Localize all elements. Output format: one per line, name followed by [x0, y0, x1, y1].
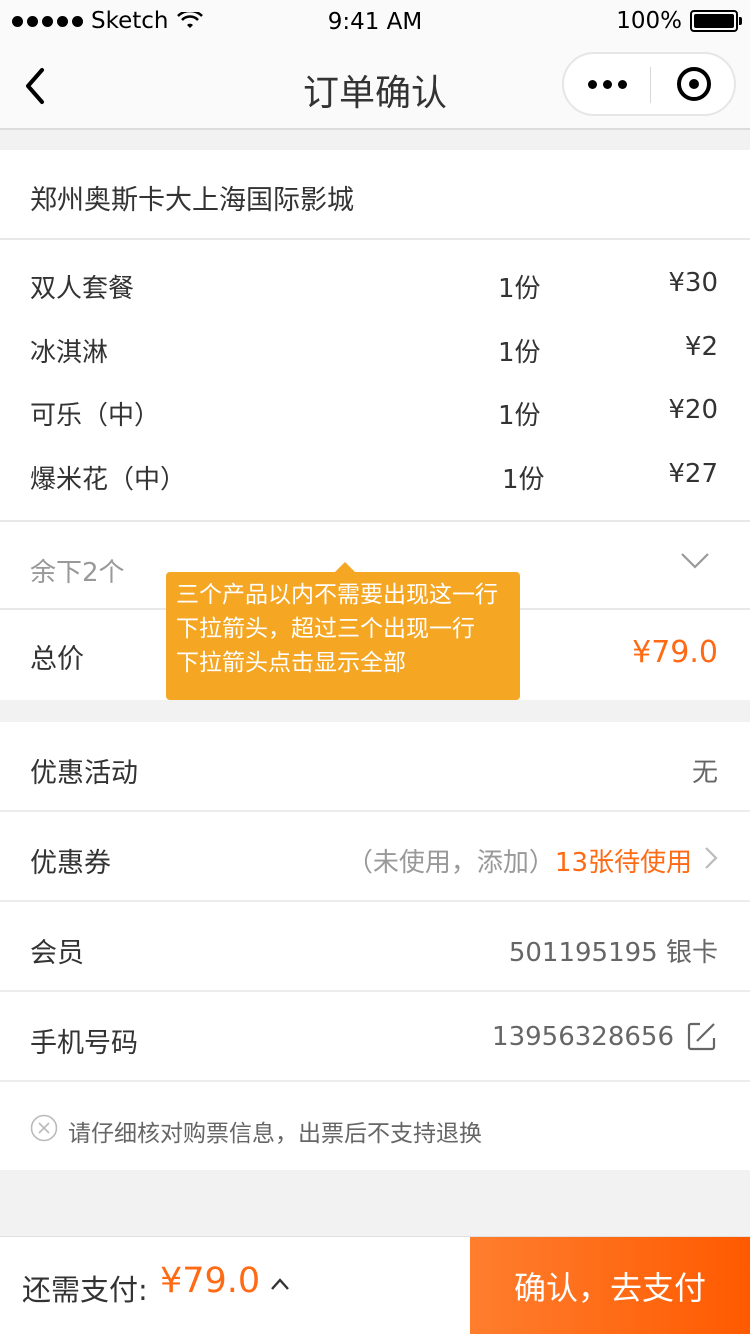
chevron-right-icon	[705, 847, 718, 869]
status-bar: Sketch 9:41 AM 100%	[0, 0, 750, 44]
phone-label: 手机号码	[30, 1028, 138, 1059]
coupon-label: 优惠券	[30, 848, 111, 879]
more-button[interactable]	[564, 54, 650, 114]
member-value: 501195195 银卡	[508, 938, 718, 968]
total-value: ¥79.0	[632, 635, 718, 670]
cinema-name: 郑州奥斯卡大上海国际影城	[30, 185, 354, 216]
item-name: 冰淇淋	[30, 338, 109, 368]
target-icon	[677, 67, 711, 101]
total-label: 总价	[30, 644, 84, 675]
tooltip-arrow	[335, 562, 355, 572]
bottom-pay-bar: 还需支付: ¥79.0 确认，去支付	[0, 1236, 750, 1334]
notice-text: 请仔细核对购票信息，出票后不支持退换	[68, 1121, 482, 1147]
member-row: 会员 501195195 银卡	[0, 902, 750, 992]
phone-row[interactable]: 手机号码 13956328656	[0, 992, 750, 1082]
item-name: 可乐（中）	[30, 401, 161, 431]
status-right: 100%	[616, 8, 742, 34]
item-price: ¥27	[668, 459, 718, 489]
mini-program-capsule	[562, 52, 736, 116]
tooltip-line: 下拉箭头，超过三个出现一行	[176, 616, 475, 642]
chevron-down-icon[interactable]	[680, 552, 710, 570]
close-circle-icon	[30, 1114, 58, 1142]
list-item: 爆米花（中） 1份 ¥27	[0, 459, 750, 499]
notice-row: 请仔细核对购票信息，出票后不支持退换	[0, 1082, 750, 1170]
item-qty: 1份	[498, 401, 541, 431]
item-qty: 1份	[498, 274, 541, 304]
remaining-label: 余下2个	[30, 558, 125, 588]
chevron-up-icon[interactable]	[270, 1277, 290, 1291]
item-price: ¥2	[684, 332, 718, 362]
list-item: 冰淇淋 1份 ¥2	[0, 332, 750, 372]
item-qty: 1份	[498, 338, 541, 368]
tooltip-line: 三个产品以内不需要出现这一行	[176, 582, 498, 608]
item-qty: 1份	[502, 465, 545, 495]
battery-percent: 100%	[616, 8, 682, 34]
list-item: 可乐（中） 1份 ¥20	[0, 395, 750, 435]
edit-icon[interactable]	[686, 1020, 718, 1052]
navbar: 订单确认	[0, 44, 750, 130]
coupon-value: （未使用，添加）13张待使用	[347, 842, 692, 879]
member-label: 会员	[30, 938, 84, 969]
promotion-value: 无	[691, 758, 718, 788]
pay-amount: ¥79.0	[160, 1261, 261, 1301]
battery-icon	[690, 10, 742, 32]
confirm-pay-button[interactable]: 确认，去支付	[470, 1237, 750, 1334]
list-item: 双人套餐 1份 ¥30	[0, 268, 750, 308]
item-name: 双人套餐	[30, 274, 135, 304]
order-options: 优惠活动 无 优惠券 （未使用，添加）13张待使用 会员 501195195 银…	[0, 722, 750, 1170]
tooltip-line: 下拉箭头点击显示全部	[176, 650, 406, 676]
item-name: 爆米花（中）	[30, 465, 187, 495]
promotion-row[interactable]: 优惠活动 无	[0, 722, 750, 812]
coupon-row[interactable]: 优惠券 （未使用，添加）13张待使用	[0, 812, 750, 902]
coupon-status: （未使用，添加）	[346, 848, 555, 878]
close-button[interactable]	[651, 54, 737, 114]
pay-label: 还需支付:	[22, 1273, 148, 1307]
promotion-label: 优惠活动	[30, 758, 138, 789]
item-price: ¥30	[668, 268, 718, 298]
item-price: ¥20	[668, 395, 718, 425]
coupon-count: 13张待使用	[554, 848, 692, 878]
annotation-tooltip: 三个产品以内不需要出现这一行 下拉箭头，超过三个出现一行 下拉箭头点击显示全部	[166, 572, 520, 700]
cinema-section: 郑州奥斯卡大上海国际影城	[0, 150, 750, 240]
order-items: 双人套餐 1份 ¥30 冰淇淋 1份 ¥2 可乐（中） 1份 ¥20 爆米花（中…	[0, 240, 750, 522]
phone-value: 13956328656	[492, 1022, 674, 1052]
